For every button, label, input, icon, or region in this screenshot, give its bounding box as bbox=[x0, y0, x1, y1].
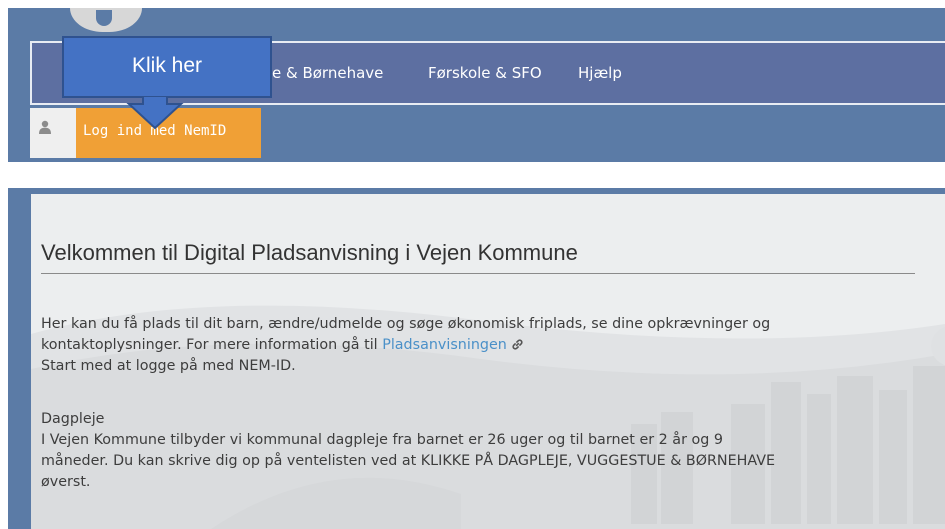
nav-item-dagpleje-vuggestue-bornehave[interactable]: e & Børnehave bbox=[272, 43, 383, 103]
section-line-1: I Vejen Kommune tilbyder vi kommunal dag… bbox=[41, 432, 723, 448]
user-icon bbox=[30, 108, 76, 158]
nav-item-forskole-sfo[interactable]: Førskole & SFO bbox=[428, 43, 542, 103]
section-heading: Dagpleje bbox=[41, 411, 105, 427]
callout-box: Klik her bbox=[62, 36, 272, 98]
page-title: Velkommen til Digital Pladsanvisning i V… bbox=[41, 240, 578, 265]
intro-line-1: Her kan du få plads til dit barn, ændre/… bbox=[41, 316, 771, 332]
intro-line-2-text: kontaktoplysninger. For mere information… bbox=[41, 337, 383, 353]
intro-line-2: kontaktoplysninger. For mere information… bbox=[41, 335, 921, 356]
title-divider bbox=[41, 273, 915, 274]
section-line-2: måneder. Du kan skrive dig op på venteli… bbox=[41, 453, 776, 469]
section-line-3: øverst. bbox=[41, 474, 91, 490]
callout-pointer bbox=[126, 96, 184, 130]
pladsanvisningen-link[interactable]: Pladsanvisningen bbox=[382, 337, 507, 353]
external-link-icon bbox=[512, 339, 523, 350]
nav-item-hjaelp[interactable]: Hjælp bbox=[578, 43, 622, 103]
dagpleje-section: Dagpleje I Vejen Kommune tilbyder vi kom… bbox=[41, 409, 921, 493]
logo[interactable] bbox=[70, 8, 142, 32]
intro-paragraph: Her kan du få plads til dit barn, ændre/… bbox=[41, 314, 921, 377]
intro-line-3: Start med at logge på med NEM-ID. bbox=[41, 358, 296, 374]
